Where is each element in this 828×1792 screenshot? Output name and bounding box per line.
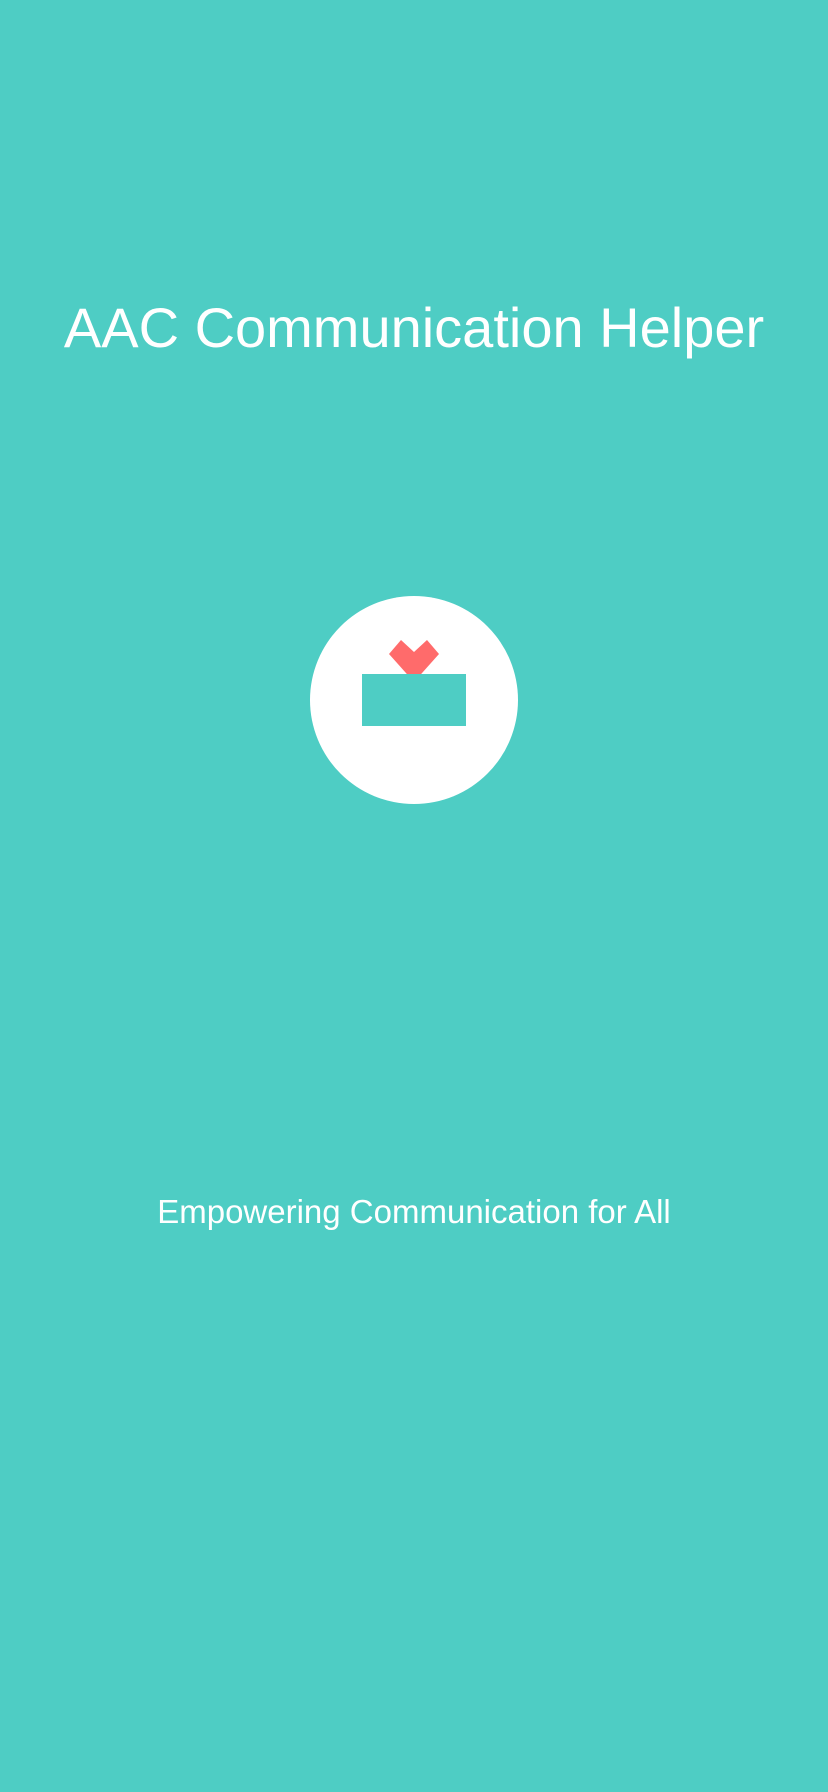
app-tagline: Empowering Communication for All bbox=[157, 1193, 671, 1230]
app-title: AAC Communication Helper bbox=[63, 296, 765, 359]
app-logo bbox=[310, 596, 518, 804]
logo-graphic bbox=[362, 640, 466, 726]
speech-box-icon bbox=[362, 674, 466, 726]
splash-screen: AAC Communication Helper Empowering Comm… bbox=[0, 0, 828, 1792]
